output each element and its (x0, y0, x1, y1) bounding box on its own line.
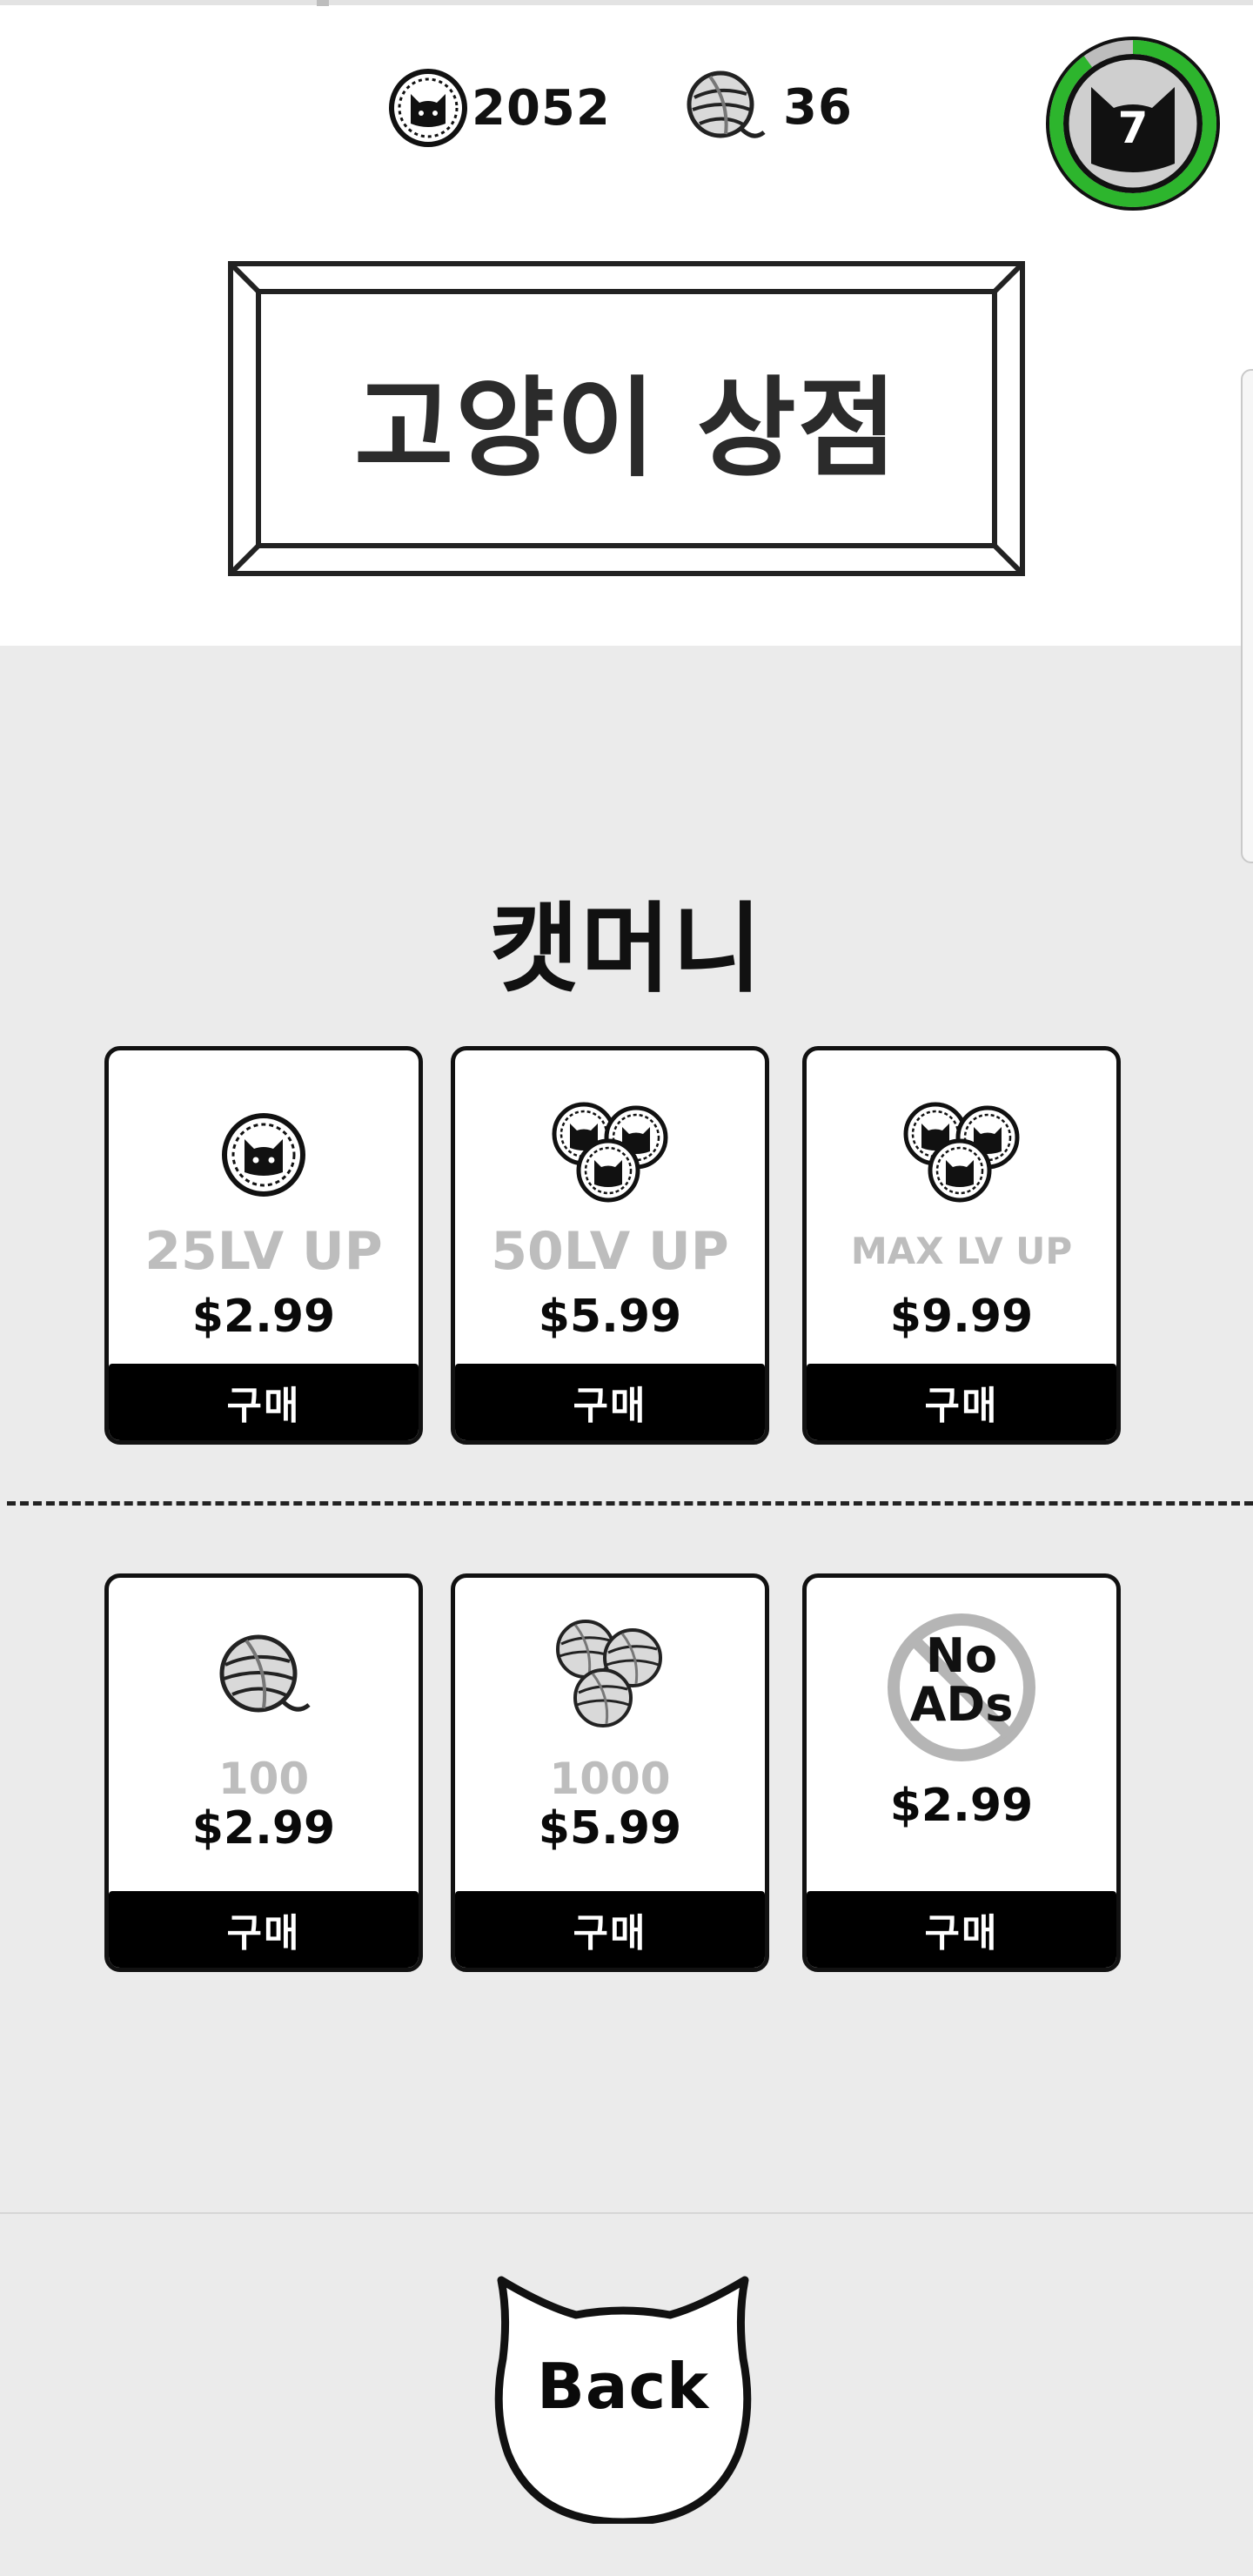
section-divider (7, 1501, 1253, 1506)
product-card-25lv[interactable]: 25LV UP $2.99 구매 (104, 1046, 423, 1445)
product-price: $2.99 (191, 1291, 336, 1343)
product-card-no-ads[interactable]: No ADs $2.99 구매 (802, 1573, 1121, 1972)
cat-coins-stack-icon (807, 1097, 1116, 1205)
shop-title: 고양이 상점 (354, 366, 899, 492)
product-price: $5.99 (538, 1291, 682, 1343)
buy-button[interactable]: 구매 (807, 1364, 1116, 1440)
status-strip (0, 0, 1253, 5)
buy-button[interactable]: 구매 (455, 1891, 765, 1968)
product-price: $2.99 (889, 1780, 1034, 1832)
buy-button[interactable]: 구매 (109, 1891, 419, 1968)
section-title: 캣머니 (489, 893, 764, 1006)
side-scroll-tab[interactable] (1241, 369, 1253, 863)
buy-button[interactable]: 구매 (455, 1364, 765, 1440)
product-label: 1000 (549, 1754, 671, 1804)
status-indicator (317, 0, 329, 6)
product-card-maxlv[interactable]: MAX LV UP $9.99 구매 (802, 1046, 1121, 1445)
product-price: $9.99 (889, 1291, 1034, 1343)
buy-button[interactable]: 구매 (109, 1364, 419, 1440)
back-button[interactable]: Back (492, 2263, 754, 2524)
cat-coin-icon (388, 68, 468, 148)
yarn-ball-icon (109, 1630, 419, 1721)
cat-coin-icon (109, 1111, 419, 1198)
coin-counter: 2052 (388, 68, 611, 148)
product-label: MAX LV UP (850, 1230, 1073, 1272)
yarn-count: 36 (783, 78, 853, 136)
yarn-balls-stack-icon (455, 1613, 765, 1734)
back-label: Back (536, 2350, 710, 2423)
product-label: 50LV UP (491, 1221, 729, 1282)
shop-title-sign: 고양이 상점 (228, 261, 1025, 576)
product-price: $2.99 (191, 1802, 336, 1855)
no-ads-line-1: No (925, 1628, 998, 1683)
no-ads-icon: No ADs (807, 1611, 1116, 1764)
coin-count: 2052 (472, 79, 611, 137)
yarn-ball-icon (684, 68, 767, 146)
product-card-yarn-100[interactable]: 100 $2.99 구매 (104, 1573, 423, 1972)
bottom-divider (0, 2212, 1253, 2214)
product-price: $5.99 (538, 1802, 682, 1855)
buy-button[interactable]: 구매 (807, 1891, 1116, 1968)
product-card-50lv[interactable]: 50LV UP $5.99 구매 (451, 1046, 769, 1445)
yarn-counter: 36 (684, 68, 853, 146)
cat-coins-stack-icon (455, 1097, 765, 1205)
no-ads-line-2: ADs (909, 1677, 1014, 1732)
level-number: 7 (1117, 103, 1149, 153)
product-label: 100 (218, 1754, 310, 1804)
product-label: 25LV UP (144, 1221, 383, 1282)
product-card-yarn-1000[interactable]: 1000 $5.99 구매 (451, 1573, 769, 1972)
level-badge[interactable]: 7 (1042, 33, 1223, 214)
